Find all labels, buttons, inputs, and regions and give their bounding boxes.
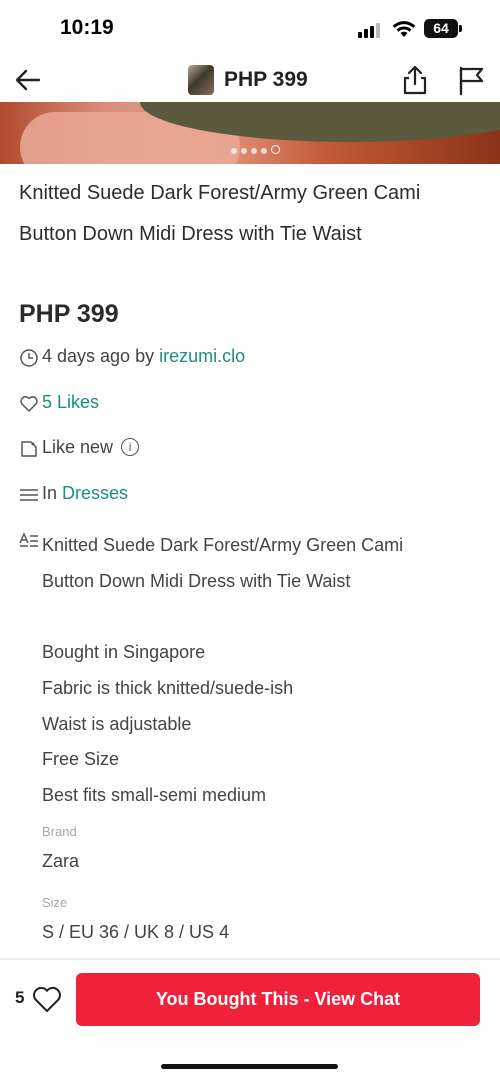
description-line: Fabric is thick knitted/suede-ish [42, 677, 294, 698]
size-value: S / EU 36 / UK 8 / US 4 [42, 922, 230, 942]
description-line: Knitted Suede Dark Forest/Army Green Cam… [42, 535, 404, 555]
nav-bar: PHP 399 [0, 58, 500, 102]
brand-value: Zara [42, 851, 80, 871]
carousel-dot[interactable] [231, 148, 237, 154]
view-chat-button[interactable]: You Bought This - View Chat [76, 973, 480, 1026]
description: Knitted Suede Dark Forest/Army Green Cam… [42, 528, 482, 814]
likes-link[interactable]: 5 Likes [42, 392, 99, 413]
listing-title: Knitted Suede Dark Forest/Army Green Cam… [19, 182, 421, 245]
info-icon[interactable]: i [121, 438, 140, 456]
listing-photo[interactable] [0, 102, 500, 164]
text-icon [19, 532, 38, 547]
category-link[interactable]: Dresses [62, 483, 128, 503]
listing-thumbnail [188, 65, 214, 95]
battery-tip [459, 25, 462, 32]
carousel-dots [231, 141, 284, 154]
footer-divider [0, 958, 500, 960]
carousel-dot[interactable] [261, 148, 267, 154]
posted-time: 4 days ago by [42, 346, 160, 366]
description-line: Bought in Singapore [42, 642, 206, 663]
description-line: Waist is adjustable [42, 713, 192, 734]
home-indicator[interactable] [161, 1064, 338, 1069]
category-prefix: In [42, 483, 63, 503]
list-icon [20, 489, 38, 501]
signal-icon [358, 22, 384, 38]
share-icon[interactable] [400, 64, 430, 96]
description-line: Button Down Midi Dress with Tie Waist [42, 570, 351, 591]
status-time: 10:19 [60, 16, 114, 39]
condition-text: Like new [42, 437, 114, 457]
heart-icon[interactable] [31, 984, 63, 1014]
description-line: Free Size [42, 749, 120, 770]
clock-icon [20, 349, 38, 367]
carousel-dot-active[interactable] [271, 145, 280, 154]
flag-icon[interactable] [456, 64, 486, 96]
status-bar: 10:19 64 [0, 0, 500, 58]
brand-label: Brand [42, 824, 77, 839]
footer-like-count: 5 [15, 988, 25, 1007]
seller-link[interactable]: irezumi.clo [159, 346, 245, 366]
carousel-dot[interactable] [251, 148, 257, 154]
carousel-dot[interactable] [241, 148, 247, 154]
back-arrow-icon[interactable] [14, 66, 42, 94]
tag-icon [21, 441, 37, 457]
heart-icon [20, 396, 38, 412]
listing-price: PHP 399 [19, 300, 119, 328]
header-price: PHP 399 [224, 68, 308, 91]
wifi-icon [392, 21, 416, 37]
battery-indicator: 64 [424, 19, 458, 38]
size-label: Size [42, 895, 68, 910]
description-line: Best fits small-semi medium [42, 784, 267, 805]
description-line [42, 599, 482, 635]
